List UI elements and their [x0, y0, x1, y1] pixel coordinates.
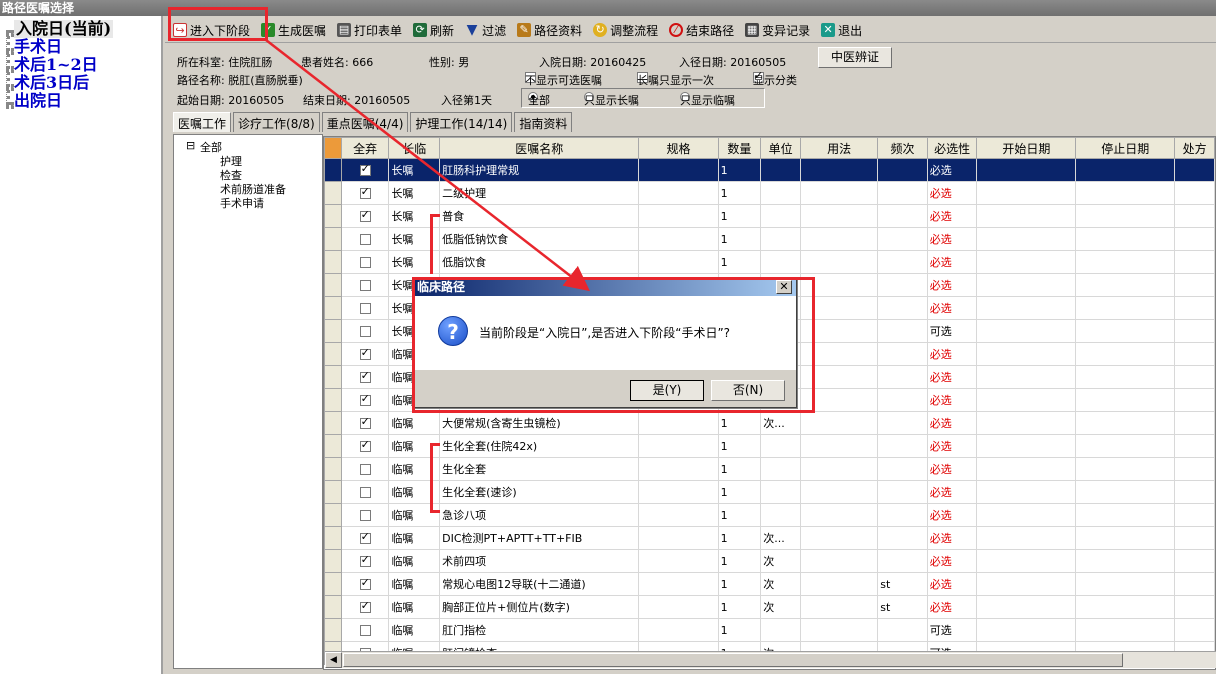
annotation-arrow — [265, 39, 590, 292]
